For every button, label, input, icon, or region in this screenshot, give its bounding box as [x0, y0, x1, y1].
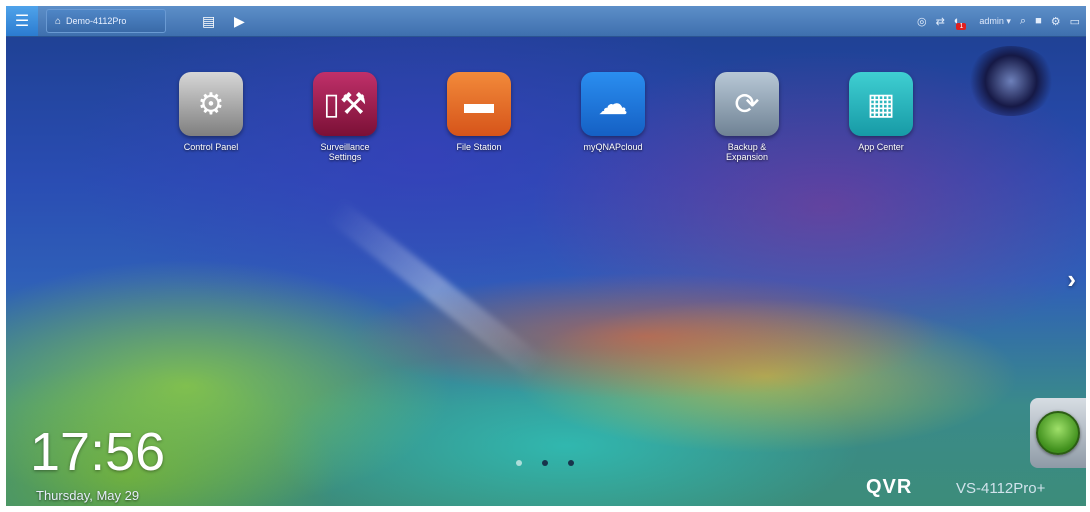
taskbar: ☰ ⌂ Demo-4112Pro ▤ ▶ ◎ ⇄ ◐1 admin ▾ ⌕ ■ … — [6, 6, 1086, 37]
model-name: VS-4112Pro+ — [956, 480, 1046, 497]
desktop-tab-label: Demo-4112Pro — [66, 16, 127, 26]
page-dot[interactable] — [568, 460, 574, 466]
wallpaper-orb — [966, 46, 1056, 116]
app-label: Surveillance Settings — [320, 142, 370, 162]
app-label: App Center — [858, 142, 904, 152]
user-menu[interactable]: admin ▾ — [979, 16, 1011, 27]
notification-badge: 1 — [956, 23, 967, 30]
app-label: myQNAPcloud — [583, 142, 643, 152]
desktop-tab[interactable]: ⌂ Demo-4112Pro — [46, 9, 166, 33]
app-surveillance-settings[interactable]: ▯⚒ Surveillance Settings — [290, 72, 400, 162]
page-indicator — [516, 460, 574, 466]
app-label: File Station — [456, 142, 502, 152]
app-backup-expansion[interactable]: ⟳ Backup & Expansion — [692, 72, 802, 162]
clock-time: 17:56 — [30, 422, 166, 482]
user-name: admin — [979, 15, 1004, 26]
clock-date: Thursday, May 29 — [36, 488, 140, 503]
page-dot[interactable] — [542, 460, 548, 466]
brand-logo: QVR — [866, 476, 913, 498]
search-icon[interactable]: ⌕ — [1020, 15, 1026, 28]
app-label: Backup & Expansion — [725, 142, 769, 162]
gauge-icon — [1036, 411, 1080, 455]
app-label: Control Panel — [183, 142, 239, 152]
dashboard-button[interactable] — [1030, 398, 1086, 468]
app-control-panel[interactable]: ⚙ Control Panel — [156, 72, 266, 152]
play-icon[interactable]: ▶ — [234, 11, 245, 31]
app-file-station[interactable]: ▬ File Station — [424, 72, 534, 152]
home-icon: ⌂ — [55, 15, 62, 27]
folder-icon: ▬ — [447, 72, 511, 136]
refresh-icon[interactable]: ◎ — [917, 15, 927, 28]
gear-icon: ⚙ — [179, 72, 243, 136]
app-grid-icon: ▦ — [849, 72, 913, 136]
desktop: ☰ ⌂ Demo-4112Pro ▤ ▶ ◎ ⇄ ◐1 admin ▾ ⌕ ■ … — [6, 6, 1086, 506]
sync-icon[interactable]: ⇄ — [936, 15, 945, 28]
cloud-icon: ☁ — [581, 72, 645, 136]
info-icon[interactable]: ■ — [1035, 15, 1042, 27]
page-dot[interactable] — [516, 460, 522, 466]
wallpaper-light-streak — [325, 198, 547, 380]
app-myqnapcloud[interactable]: ☁ myQNAPcloud — [558, 72, 668, 152]
notification-icon[interactable]: ◐1 — [954, 15, 971, 30]
show-desktop-icon[interactable]: ▤ — [202, 11, 215, 31]
monitor-icon[interactable]: ▭ — [1070, 15, 1080, 28]
backup-icon: ⟳ — [715, 72, 779, 136]
main-menu-button[interactable]: ☰ — [6, 6, 38, 36]
next-page-arrow-icon[interactable]: › — [1067, 264, 1076, 295]
options-icon[interactable]: ⚙ — [1051, 15, 1061, 28]
surveillance-icon: ▯⚒ — [313, 72, 377, 136]
hamburger-icon: ☰ — [14, 13, 30, 30]
app-app-center[interactable]: ▦ App Center — [826, 72, 936, 152]
taskbar-right: ◎ ⇄ ◐1 admin ▾ ⌕ ■ ⚙ ▭ — [917, 6, 1080, 36]
